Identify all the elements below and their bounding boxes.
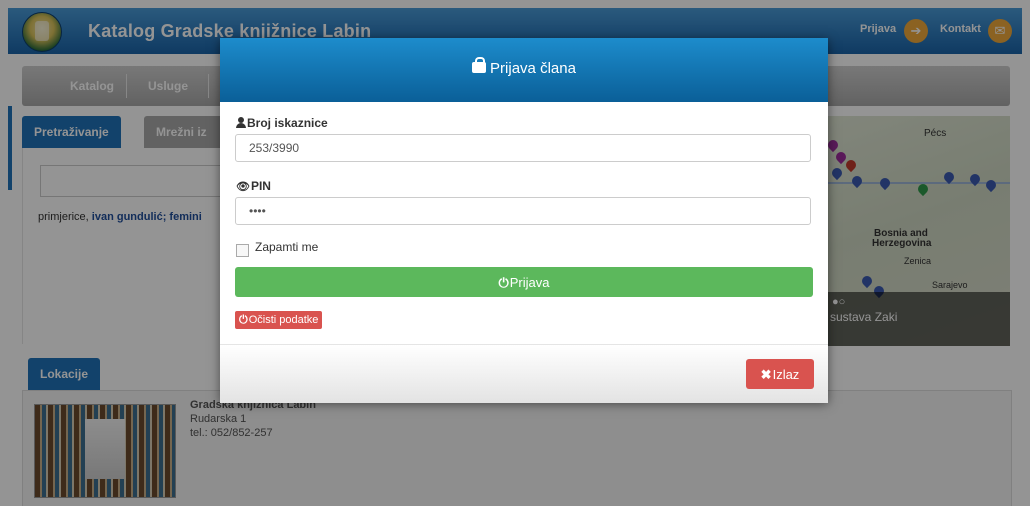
power-icon: ⏻ [498, 275, 509, 290]
pin-input[interactable] [235, 197, 811, 225]
exit-button-label: Izlaz [772, 367, 800, 382]
card-number-label-text: Broj iskaznice [247, 116, 328, 130]
modal-footer: ✖Izlaz [220, 344, 828, 403]
modal-title: Prijava člana [220, 57, 828, 77]
exit-button[interactable]: ✖Izlaz [746, 359, 814, 389]
close-icon: ✖ [760, 367, 772, 382]
card-number-label: Broj iskaznice [236, 116, 328, 130]
lock-icon [472, 57, 487, 73]
remember-me-label[interactable]: Zapamti me [255, 240, 318, 254]
user-icon [236, 117, 246, 128]
remember-me-checkbox[interactable] [236, 244, 249, 257]
modal-title-text: Prijava člana [490, 60, 576, 77]
pin-label: 👁PIN [236, 179, 271, 193]
modal-header: Prijava člana [220, 38, 828, 102]
clear-data-label: Očisti podatke [248, 314, 319, 326]
login-modal: Prijava člana Broj iskaznice 👁PIN Zapamt… [220, 38, 828, 403]
page: Katalog Gradske knjižnice Labin Prijava … [0, 0, 1030, 506]
clear-data-button[interactable]: ⏻Očisti podatke [235, 311, 323, 329]
power-icon: ⏻ [239, 314, 248, 326]
login-button-label: Prijava [509, 275, 550, 290]
pin-label-text: PIN [250, 179, 271, 193]
login-button[interactable]: ⏻Prijava [235, 267, 813, 297]
eye-icon: 👁 [236, 181, 250, 193]
card-number-input[interactable] [235, 134, 811, 162]
